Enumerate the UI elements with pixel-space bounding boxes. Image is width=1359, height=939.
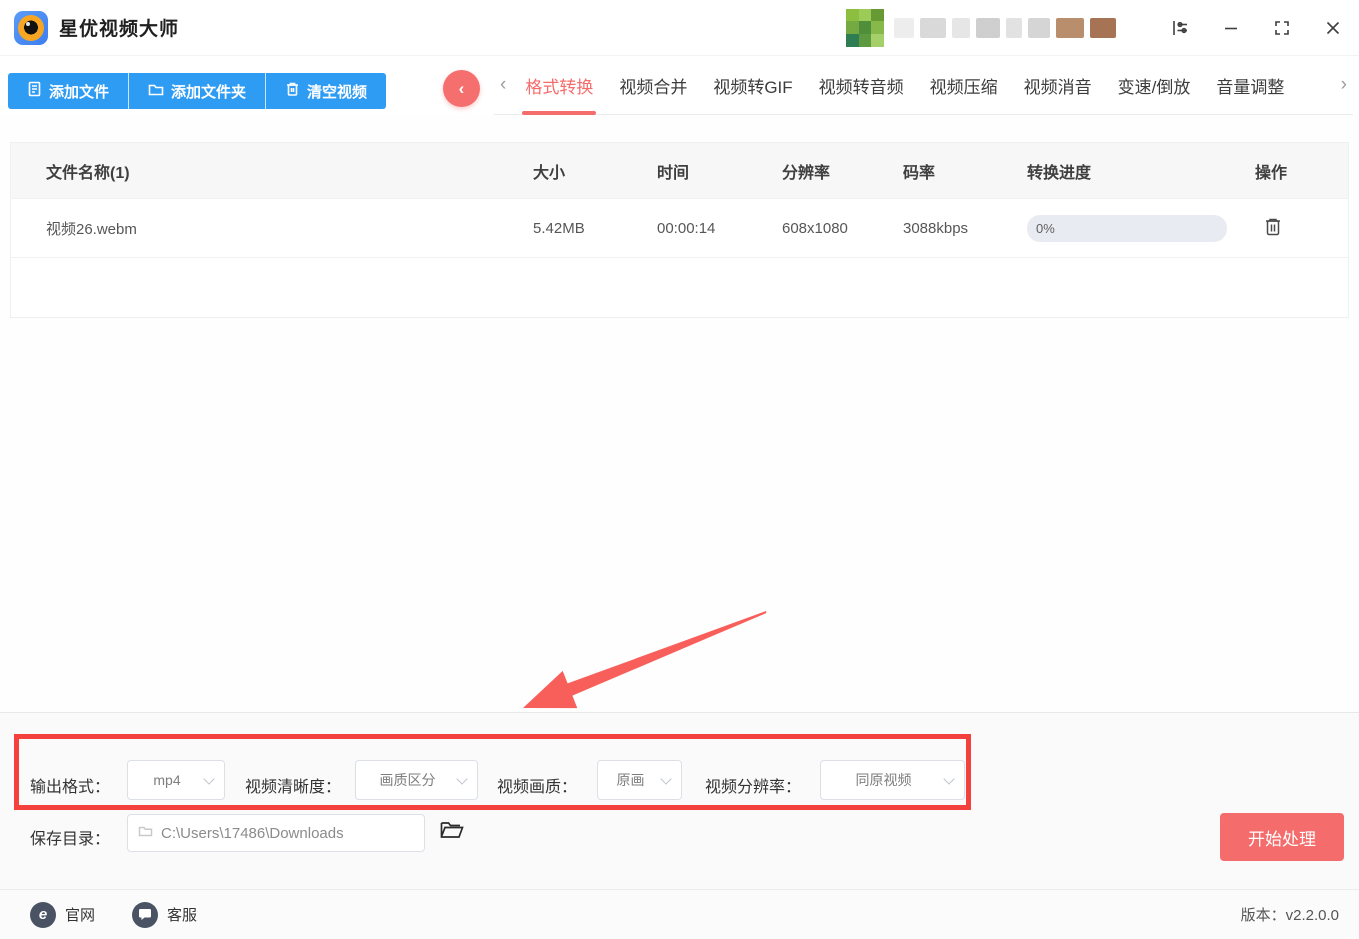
add-folder-button[interactable]: 添加文件夹: [128, 73, 265, 109]
titlebar-right: [846, 9, 1359, 47]
progress-bar: 0%: [1027, 215, 1227, 242]
clarity-select[interactable]: 画质区分: [355, 760, 478, 800]
folder-icon: [148, 82, 164, 101]
progress-label: 0%: [1036, 221, 1055, 236]
username-redacted: [894, 18, 1116, 38]
clarity-value: 画质区分: [380, 770, 436, 790]
app-window: 星优视频大师 添加文件 添加: [0, 0, 1359, 939]
col-progress: 转换进度: [1027, 159, 1255, 183]
tab-bar: ‹ 格式转换 视频合并 视频转GIF 视频转音频 视频压缩 视频消音 变速/倒放…: [494, 56, 1353, 115]
minimize-button[interactable]: [1220, 17, 1242, 39]
col-resolution: 分辨率: [782, 159, 903, 183]
clear-videos-label: 清空视频: [307, 81, 367, 102]
col-bitrate: 码率: [903, 159, 1027, 183]
official-site-link[interactable]: e 官网: [30, 902, 95, 928]
output-format-label: 输出格式：: [30, 773, 110, 797]
maximize-button[interactable]: [1271, 17, 1293, 39]
tabs-scroll-left-icon[interactable]: ‹: [494, 74, 512, 96]
close-button[interactable]: [1322, 17, 1344, 39]
app-title: 星优视频大师: [59, 14, 179, 41]
website-globe-icon: e: [30, 902, 56, 928]
save-dir-label: 保存目录：: [30, 825, 110, 849]
tab-volume-adjust[interactable]: 音量调整: [1203, 56, 1297, 114]
app-logo-icon: [14, 11, 48, 45]
official-site-label: 官网: [65, 904, 95, 925]
resolution-value: 同原视频: [856, 770, 912, 790]
settings-tune-icon[interactable]: [1169, 17, 1191, 39]
folder-icon: [138, 825, 153, 842]
add-file-button[interactable]: 添加文件: [8, 73, 128, 109]
customer-service-label: 客服: [167, 904, 197, 925]
start-processing-button[interactable]: 开始处理: [1220, 813, 1344, 861]
file-table: 文件名称(1) 大小 时间 分辨率 码率 转换进度 操作 视频26.webm 5…: [10, 142, 1349, 318]
tab-video-to-gif[interactable]: 视频转GIF: [700, 56, 805, 114]
chevron-down-icon: [943, 773, 954, 784]
col-filename: 文件名称(1): [11, 159, 533, 183]
titlebar: 星优视频大师: [0, 0, 1359, 56]
trash-icon: [1263, 216, 1283, 241]
clear-videos-button[interactable]: 清空视频: [265, 73, 386, 109]
tab-video-compress[interactable]: 视频压缩: [917, 56, 1011, 114]
chevron-left-icon: ‹: [459, 79, 465, 99]
tab-video-merge[interactable]: 视频合并: [606, 56, 700, 114]
col-time: 时间: [657, 159, 782, 183]
quality-select[interactable]: 原画: [597, 760, 682, 800]
table-empty-row: [11, 257, 1348, 317]
add-folder-label: 添加文件夹: [171, 81, 246, 102]
add-file-label: 添加文件: [49, 81, 109, 102]
settings-panel: 输出格式： mp4 视频清晰度： 画质区分 视频画质： 原画 视频分辨率： 同原…: [0, 712, 1359, 889]
footer: e 官网 客服 版本：v2.2.0.0: [0, 889, 1359, 939]
file-button-group: 添加文件 添加文件夹 清空视频: [8, 73, 386, 109]
tab-format-convert[interactable]: 格式转换: [512, 56, 606, 114]
save-dir-input[interactable]: C:\Users\17486\Downloads: [127, 814, 425, 852]
browse-folder-button[interactable]: [438, 818, 466, 846]
col-actions: 操作: [1255, 159, 1348, 183]
save-dir-path: C:\Users\17486\Downloads: [161, 825, 344, 842]
trash-icon: [285, 81, 300, 101]
clarity-label: 视频清晰度：: [245, 773, 341, 797]
delete-row-button[interactable]: [1261, 216, 1285, 240]
cell-size: 5.42MB: [533, 220, 657, 237]
table-row: 视频26.webm 5.42MB 00:00:14 608x1080 3088k…: [11, 198, 1348, 257]
tabs-back-circle-button[interactable]: ‹: [443, 70, 480, 107]
table-header: 文件名称(1) 大小 时间 分辨率 码率 转换进度 操作: [11, 143, 1348, 198]
folder-open-icon: [439, 819, 465, 846]
chevron-down-icon: [203, 773, 214, 784]
resolution-label: 视频分辨率：: [705, 773, 801, 797]
cell-resolution: 608x1080: [782, 220, 903, 237]
file-icon: [27, 81, 42, 101]
quality-value: 原画: [617, 770, 645, 790]
cell-filename: 视频26.webm: [11, 218, 533, 239]
chevron-down-icon: [456, 773, 467, 784]
tab-video-mute[interactable]: 视频消音: [1011, 56, 1105, 114]
toolbar: 添加文件 添加文件夹 清空视频 ‹ ‹ 格式转换 视频合并 视频转GIF 视频转…: [0, 56, 1359, 115]
version-label: 版本：v2.2.0.0: [1241, 904, 1339, 925]
cell-bitrate: 3088kbps: [903, 220, 1027, 237]
output-format-value: mp4: [153, 772, 180, 788]
cell-time: 00:00:14: [657, 220, 782, 237]
chat-bubble-icon: [132, 902, 158, 928]
chevron-down-icon: [660, 773, 671, 784]
quality-label: 视频画质：: [497, 773, 577, 797]
resolution-select[interactable]: 同原视频: [820, 760, 965, 800]
customer-service-link[interactable]: 客服: [132, 902, 197, 928]
user-avatar[interactable]: [846, 9, 884, 47]
col-size: 大小: [533, 159, 657, 183]
tabs-scroll-right-icon[interactable]: ›: [1335, 74, 1353, 96]
tab-speed-reverse[interactable]: 变速/倒放: [1105, 56, 1204, 114]
output-format-select[interactable]: mp4: [127, 760, 225, 800]
tab-video-to-audio[interactable]: 视频转音频: [806, 56, 917, 114]
